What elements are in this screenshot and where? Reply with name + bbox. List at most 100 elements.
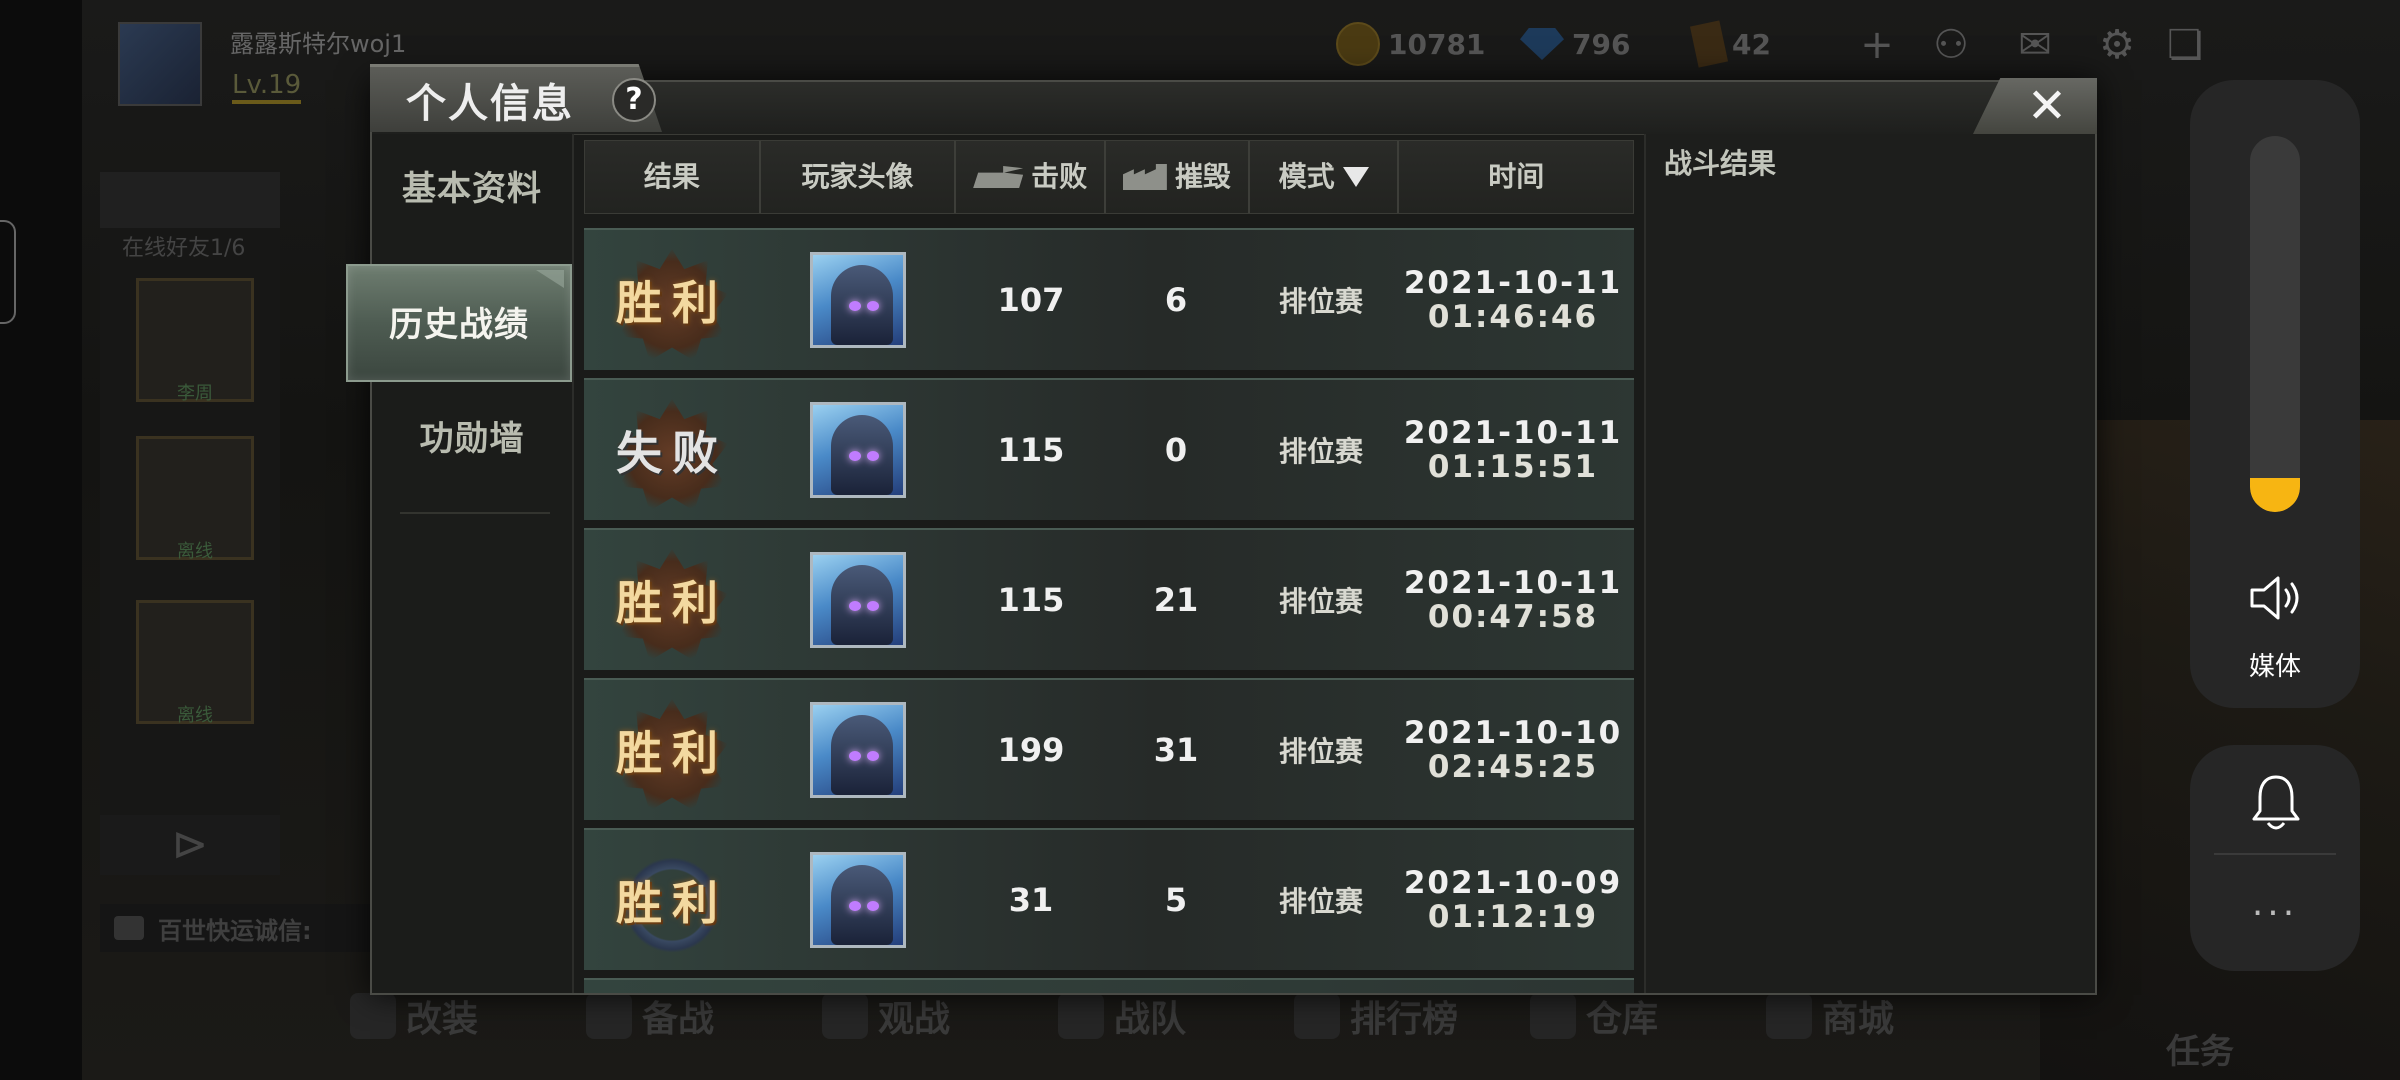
gold-coin-icon: [1336, 22, 1380, 66]
player-avatar-icon: [810, 252, 906, 348]
panel-divider: [2214, 853, 2336, 855]
more-options-icon[interactable]: ···: [2190, 893, 2360, 934]
dropdown-triangle-icon: [1342, 167, 1369, 187]
mask-icon: [586, 993, 632, 1039]
nav-divider: [400, 512, 550, 514]
task-button[interactable]: 任务: [2166, 1024, 2234, 1073]
mode-value: 排位赛: [1278, 735, 1363, 768]
online-friends-count: 在线好友1/6: [122, 236, 246, 261]
table-row[interactable]: 胜利 31 5 排位赛 2021-10-09 01:12:19: [584, 828, 1634, 970]
tab-basic-info[interactable]: 基本资料: [372, 154, 572, 224]
tab-merit-wall[interactable]: 功勋墙: [372, 404, 572, 474]
battle-result-panel: 战斗结果: [1644, 134, 2095, 993]
result-cell: 失败: [584, 379, 760, 521]
player-name: 露露斯特尔woj1: [230, 30, 407, 58]
house-icon: [1530, 993, 1576, 1039]
volume-panel: 媒体: [2190, 80, 2360, 708]
column-avatar: 玩家头像: [761, 141, 957, 213]
history-table: 结果 玩家头像 击败 摧毁 模式 时间 胜利 107 6 排位赛 2021-10…: [584, 140, 1634, 993]
player-avatar-icon: [810, 852, 906, 948]
avatar-cell: [760, 852, 956, 948]
speaker-icon[interactable]: [2246, 570, 2306, 626]
player-avatar-icon: [810, 402, 906, 498]
personal-info-dialog: 个人信息 ? ✕ 基本资料 历史战绩 功勋墙 结果 玩家头像 击败 摧毁 模式 …: [346, 64, 2097, 995]
bell-icon[interactable]: [2246, 771, 2306, 835]
clock-value: 00:47:58: [1427, 599, 1599, 635]
destroy-value: 0: [1164, 431, 1188, 469]
kills-value: 115: [997, 431, 1065, 469]
dialog-title: 个人信息: [406, 81, 574, 127]
nav-shop[interactable]: 商城: [1766, 986, 2002, 1046]
column-destroy: 摧毁: [1106, 141, 1250, 213]
tank-icon: [973, 166, 1024, 188]
friends-icon[interactable]: ⚇: [1928, 22, 1974, 68]
nav-spectate[interactable]: 观战: [822, 986, 1058, 1046]
mail-icon[interactable]: ✉: [2012, 22, 2058, 68]
gold-counter: 10781: [1336, 22, 1485, 66]
result-cell: 胜利: [584, 529, 760, 671]
wrench-icon: [350, 993, 396, 1039]
table-row[interactable]: 失败 115 0 排位赛 2021-10-11 01:15:51: [584, 378, 1634, 520]
player-avatar-icon: [810, 552, 906, 648]
system-panel: ···: [2190, 745, 2360, 971]
gold-value: 10781: [1388, 27, 1486, 61]
table-row[interactable]: 胜利 107 6 排位赛 2021-10-11 01:46:46: [584, 228, 1634, 370]
shield-icon: [1058, 993, 1104, 1039]
diamond-counter: 796: [1520, 22, 1630, 66]
nav-prepare[interactable]: 备战: [586, 986, 822, 1046]
add-icon[interactable]: +: [1854, 22, 1900, 68]
player-avatar[interactable]: [118, 22, 202, 106]
expand-arrow-icon[interactable]: ⊳: [100, 815, 280, 875]
friends-panel-tabs[interactable]: [100, 172, 280, 228]
avatar-cell: [760, 402, 956, 498]
player-level: Lv.19: [232, 70, 302, 104]
mode-value: 排位赛: [1278, 885, 1363, 918]
edge-handle[interactable]: [0, 220, 16, 324]
time-cell: 2021-10-11 00:47:58: [1396, 566, 1630, 634]
help-question-icon[interactable]: ?: [612, 78, 656, 122]
settings-gear-icon[interactable]: ⚙: [2094, 22, 2140, 68]
avatar-cell: [760, 702, 956, 798]
kills-value: 31: [1008, 881, 1054, 919]
nav-modify[interactable]: 改装: [350, 986, 586, 1046]
table-row[interactable]: 胜利 115 21 排位赛 2021-10-11 00:47:58: [584, 528, 1634, 670]
table-row-partial[interactable]: [584, 978, 1634, 993]
chat-bar[interactable]: 百世快运诚信:: [100, 904, 384, 952]
volume-label: 媒体: [2248, 652, 2301, 682]
time-cell: 2021-10-09 01:12:19: [1396, 866, 1630, 934]
chat-bubble-icon: [114, 916, 144, 940]
book-icon[interactable]: ❏: [2162, 22, 2208, 68]
time-cell: 2021-10-10 02:45:25: [1396, 716, 1630, 784]
friend-name: 离线: [177, 705, 213, 726]
time-cell: 2021-10-11 01:46:46: [1396, 266, 1630, 334]
column-mode-filter[interactable]: 模式: [1250, 141, 1400, 213]
volume-level-fill: [2250, 478, 2300, 512]
friend-card[interactable]: 李周: [136, 278, 254, 404]
clock-value: 01:15:51: [1427, 449, 1599, 485]
volume-slider[interactable]: [2250, 136, 2300, 512]
nav-team[interactable]: 战队: [1058, 986, 1294, 1046]
tab-battle-history[interactable]: 历史战绩: [346, 264, 572, 382]
card-value: 42: [1732, 27, 1771, 61]
friend-card[interactable]: 离线: [136, 436, 254, 562]
result-text: 胜利: [616, 726, 728, 780]
nav-warehouse[interactable]: 仓库: [1530, 986, 1766, 1046]
kills-value: 199: [997, 731, 1065, 769]
mode-value: 排位赛: [1278, 435, 1363, 468]
kills-value: 107: [997, 281, 1065, 319]
result-cell: 胜利: [584, 829, 760, 971]
kills-value: 115: [997, 581, 1065, 619]
diamond-icon: [1520, 28, 1564, 60]
date-value: 2021-10-11: [1403, 415, 1623, 451]
date-value: 2021-10-11: [1403, 265, 1623, 301]
time-cell: 2021-10-11 01:15:51: [1396, 416, 1630, 484]
result-text: 胜利: [616, 576, 728, 630]
destroy-value: 6: [1164, 281, 1188, 319]
friend-card[interactable]: 离线: [136, 600, 254, 726]
building-icon: [1122, 164, 1167, 190]
date-value: 2021-10-10: [1403, 715, 1623, 751]
result-text: 失败: [616, 426, 728, 480]
table-row[interactable]: 胜利 199 31 排位赛 2021-10-10 02:45:25: [584, 678, 1634, 820]
nav-leaderboard[interactable]: 排行榜: [1294, 986, 1530, 1046]
column-kills: 击败: [956, 141, 1107, 213]
